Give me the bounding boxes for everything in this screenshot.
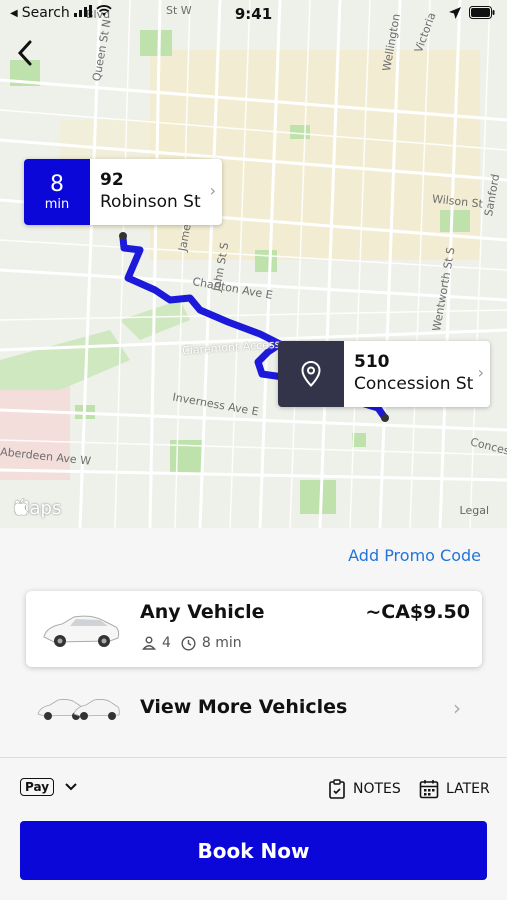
clock-icon	[181, 635, 196, 651]
vehicle-option-card[interactable]: Any Vehicle ~CA$9.50 4 8 min	[26, 591, 482, 667]
pickup-eta-minutes: 8	[50, 171, 64, 197]
dropoff-street-number: 510	[354, 352, 390, 372]
chevron-down-icon	[65, 783, 77, 791]
vehicle-title: Any Vehicle	[140, 601, 265, 623]
legal-link[interactable]: Legal	[460, 504, 489, 517]
pickup-street-name: Robinson St	[100, 192, 201, 212]
chevron-right-icon: ›	[453, 696, 461, 720]
book-now-button[interactable]: Book Now	[20, 821, 487, 880]
dropoff-badge	[278, 341, 344, 407]
add-promo-code-link[interactable]: Add Promo Code	[348, 546, 481, 565]
payment-method-selector[interactable]: Pay	[20, 778, 78, 796]
divider	[0, 757, 507, 758]
chevron-left-icon	[17, 40, 32, 66]
vehicle-seats: 4	[162, 635, 171, 651]
person-icon	[142, 636, 156, 650]
clipboard-icon	[329, 779, 345, 799]
pickup-pin-dot	[119, 232, 127, 240]
payment-method-label: Pay	[25, 780, 50, 794]
view-more-vehicles-row[interactable]: View More Vehicles ›	[0, 684, 507, 734]
location-pin-icon	[301, 361, 321, 387]
pickup-eta-unit: min	[44, 196, 70, 212]
vehicle-eta: 8 min	[201, 635, 242, 651]
cars-icon	[37, 699, 120, 720]
later-label: LATER	[446, 781, 490, 797]
status-bar: ◀ Search 9:41	[0, 0, 507, 28]
notes-label: NOTES	[353, 781, 401, 797]
chevron-right-icon: ›	[477, 363, 484, 382]
dropoff-pin-dot	[381, 414, 389, 422]
pickup-street-number: 92	[100, 170, 124, 190]
dropoff-street-name: Concession St	[354, 374, 474, 394]
vehicle-price: ~CA$9.50	[365, 601, 470, 623]
back-button[interactable]	[12, 36, 38, 70]
car-icon	[43, 615, 120, 647]
notes-button[interactable]: NOTES	[328, 779, 401, 799]
maps-logo: Maps	[12, 498, 61, 519]
later-button[interactable]: LATER	[419, 779, 490, 799]
calendar-icon	[419, 780, 439, 799]
view-more-vehicles-label: View More Vehicles	[140, 696, 348, 718]
chevron-right-icon: ›	[209, 181, 216, 200]
map-view[interactable]: Blvd St W Queen St N James St John St S …	[0, 0, 507, 528]
map-canvas	[0, 0, 507, 528]
apple-pay-badge: Pay	[20, 778, 55, 796]
location-arrow-icon	[449, 6, 461, 23]
pickup-eta-badge: 8 min	[24, 159, 90, 225]
status-time: 9:41	[234, 5, 273, 23]
pickup-callout[interactable]: 8 min 92 Robinson St ›	[24, 159, 222, 225]
battery-icon	[469, 6, 495, 23]
dropoff-callout[interactable]: 510 Concession St ›	[278, 341, 490, 407]
